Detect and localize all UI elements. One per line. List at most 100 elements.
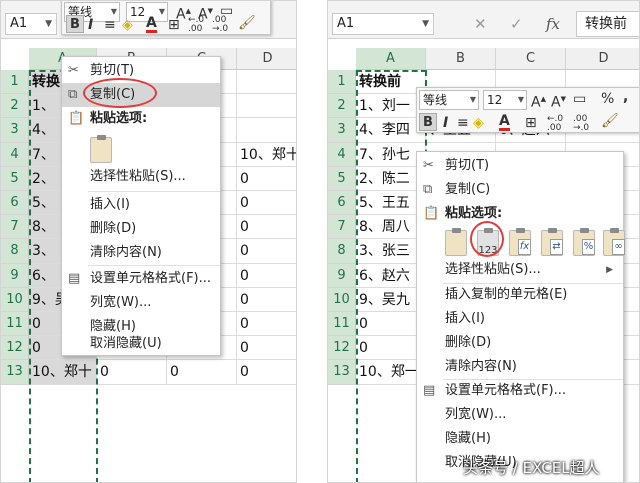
menu-item-format-cells[interactable]: ▤ 设置单元格格式(F)... — [417, 379, 623, 403]
increase-decimal-icon[interactable]: ←.0.00 — [547, 115, 563, 133]
row-header[interactable]: 12 — [328, 336, 356, 361]
italic-icon[interactable]: I — [443, 114, 448, 132]
cell-d5[interactable]: 0 — [237, 167, 296, 191]
column-header-c[interactable]: C — [496, 48, 566, 70]
row-header[interactable]: 7 — [1, 215, 29, 240]
align-center-icon[interactable]: ≡ — [104, 16, 116, 34]
row-header[interactable]: 11 — [1, 312, 29, 337]
row-header[interactable]: 4 — [328, 142, 356, 167]
font-name-box[interactable]: 等线 ▼ — [419, 90, 479, 110]
row-header[interactable]: 11 — [328, 312, 356, 337]
increase-font-icon[interactable]: A▲ — [531, 90, 546, 112]
chevron-down-icon[interactable]: ▼ — [470, 91, 476, 109]
paste-link-icon[interactable]: ∞ — [603, 228, 625, 256]
fill-color-icon[interactable]: ◈ — [473, 114, 484, 132]
chevron-down-icon[interactable]: ▼ — [159, 3, 165, 21]
cell-d11[interactable]: 0 — [237, 312, 296, 337]
menu-item-hide[interactable]: 隐藏(H) — [417, 427, 623, 451]
row-header[interactable]: 6 — [328, 191, 356, 216]
cell-d13[interactable]: 0 — [237, 360, 296, 385]
paste-icon[interactable] — [90, 135, 112, 163]
row-header[interactable]: 13 — [1, 360, 29, 385]
comma-icon[interactable]: , — [623, 88, 628, 106]
chevron-down-icon[interactable]: ▼ — [518, 91, 524, 109]
row-header[interactable]: 13 — [328, 360, 356, 385]
cell-d7[interactable]: 0 — [237, 215, 296, 240]
menu-item-column-width[interactable]: 列宽(W)... — [417, 403, 623, 427]
cell-d1[interactable] — [237, 70, 296, 95]
row-header[interactable]: 1 — [1, 70, 29, 95]
paste-icon[interactable] — [445, 228, 467, 256]
align-center-icon[interactable]: ≡ — [457, 114, 469, 132]
row-header[interactable]: 2 — [328, 94, 356, 119]
name-box[interactable]: A1 ▼ — [332, 13, 434, 35]
row-header[interactable]: 9 — [1, 263, 29, 288]
row-header[interactable]: 10 — [328, 287, 356, 312]
cell-c13[interactable]: 0 — [167, 360, 237, 385]
cancel-icon[interactable]: ✕ — [474, 15, 487, 33]
cell-d6[interactable]: 0 — [237, 191, 296, 216]
format-painter-icon[interactable]: 🖌 — [601, 112, 619, 130]
menu-item-copy[interactable]: ⧉ 复制(C) — [417, 178, 623, 202]
row-header[interactable]: 3 — [1, 118, 29, 143]
cell-d12[interactable]: 0 — [237, 336, 296, 361]
accounting-format-icon[interactable]: ▭ — [573, 90, 586, 108]
font-color-icon[interactable]: A — [499, 114, 510, 131]
bold-icon[interactable]: B — [66, 15, 84, 33]
menu-item-paste-special[interactable]: 选择性粘贴(S)... ▶ — [417, 258, 623, 282]
decrease-decimal-icon[interactable]: .00 →.0 — [212, 16, 228, 34]
row-header[interactable]: 4 — [1, 142, 29, 167]
row-header[interactable]: 12 — [1, 336, 29, 361]
name-box[interactable]: A1 ▼ — [5, 13, 57, 35]
row-header[interactable]: 7 — [328, 215, 356, 240]
cell-d9[interactable]: 0 — [237, 264, 296, 288]
insert-function-icon[interactable]: fx — [546, 15, 560, 33]
format-painter-icon[interactable]: 🖌 — [238, 14, 256, 32]
menu-item-copy[interactable]: ⧉ 复制(C) — [62, 83, 220, 107]
cell-b13[interactable]: 0 — [97, 360, 167, 385]
cell-d3[interactable] — [237, 118, 296, 143]
fill-color-icon[interactable]: ◈ — [122, 16, 133, 34]
paste-values-icon[interactable]: 123 — [477, 228, 499, 256]
menu-item-delete[interactable]: 删除(D) — [62, 217, 220, 241]
chevron-down-icon[interactable]: ▼ — [422, 14, 429, 34]
increase-decimal-icon[interactable]: ←.0.00 — [188, 16, 204, 34]
cell-d8[interactable]: 0 — [237, 239, 296, 264]
column-header-a[interactable]: A — [356, 48, 426, 70]
menu-item-cut[interactable]: ✂ 剪切(T) — [62, 59, 220, 83]
row-header[interactable]: 8 — [1, 239, 29, 264]
menu-item-unhide[interactable]: 取消隐藏(U) — [62, 333, 220, 355]
menu-item-clear[interactable]: 清除内容(N) — [62, 241, 220, 265]
menu-item-cut[interactable]: ✂ 剪切(T) — [417, 154, 623, 178]
row-header[interactable]: 10 — [1, 287, 29, 312]
row-header[interactable]: 6 — [1, 191, 29, 216]
italic-icon[interactable]: I — [88, 16, 93, 34]
menu-item-insert-copied-cells[interactable]: 插入复制的单元格(E) — [417, 283, 623, 307]
confirm-icon[interactable]: ✓ — [510, 15, 523, 33]
formula-input[interactable]: 转换前 — [576, 11, 639, 37]
menu-item-clear[interactable]: 清除内容(N) — [417, 355, 623, 379]
column-header-b[interactable]: B — [426, 48, 496, 70]
row-header[interactable]: 8 — [328, 239, 356, 264]
font-color-icon[interactable]: A — [146, 16, 157, 33]
row-header[interactable]: 5 — [328, 166, 356, 191]
menu-item-format-cells[interactable]: ▤ 设置单元格格式(F)... — [62, 267, 220, 291]
column-header-d[interactable]: D — [237, 48, 296, 70]
row-header[interactable]: 2 — [1, 94, 29, 119]
menu-item-insert[interactable]: 插入(I) — [62, 193, 220, 217]
row-header[interactable]: 9 — [328, 263, 356, 288]
cell-a13[interactable]: 10、郑十 — [29, 360, 97, 385]
paste-formatting-icon[interactable]: % — [573, 228, 595, 256]
paste-formulas-icon[interactable]: fx — [509, 228, 531, 256]
chevron-down-icon[interactable]: ▼ — [45, 14, 52, 34]
cell-d2[interactable] — [237, 94, 296, 119]
percent-icon[interactable]: % — [601, 90, 614, 108]
bold-icon[interactable]: B — [419, 113, 437, 131]
row-header[interactable]: 3 — [328, 118, 356, 143]
column-header-d[interactable]: D — [566, 48, 639, 70]
row-header[interactable]: 1 — [328, 70, 356, 95]
cell-d10[interactable]: 0 — [237, 288, 296, 312]
paste-transpose-icon[interactable]: ⇄ — [541, 228, 563, 256]
menu-item-paste-special[interactable]: 选择性粘贴(S)... — [62, 165, 220, 189]
font-size-box[interactable]: 12 ▼ — [483, 90, 527, 110]
